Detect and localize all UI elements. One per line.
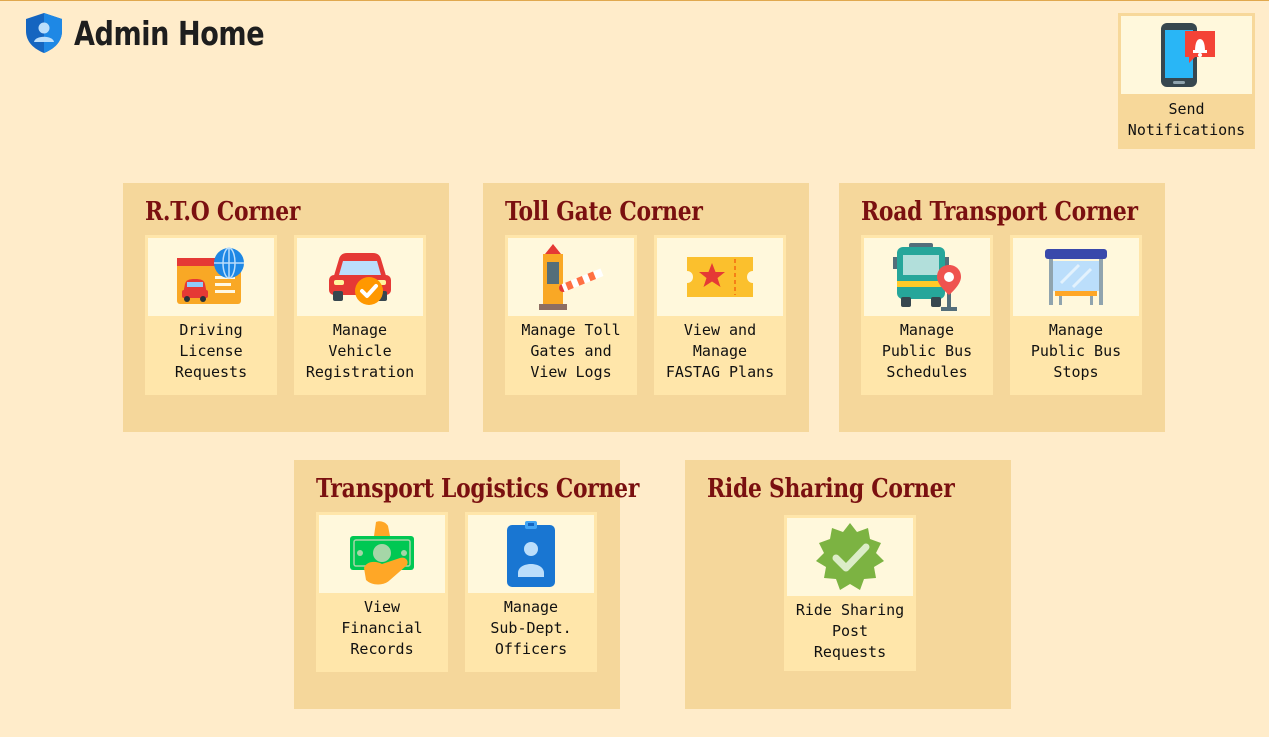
ride-sharing-requests-label: Ride Sharing Post Requests xyxy=(795,601,905,661)
fastag-plans-card[interactable]: View and Manage FASTAG Plans xyxy=(654,235,786,395)
car-check-icon xyxy=(297,238,423,316)
corner-title: Ride Sharing Corner xyxy=(707,474,955,504)
money-hand-icon xyxy=(319,515,445,593)
public-bus-stops-card[interactable]: Manage Public Bus Stops xyxy=(1010,235,1142,395)
financial-records-card[interactable]: View Financial Records xyxy=(316,512,448,672)
driving-license-requests-label: Driving License Requests xyxy=(174,321,248,381)
corner-title: Road Transport Corner xyxy=(861,197,1138,227)
sub-dept-officers-card[interactable]: Manage Sub-Dept. Officers xyxy=(465,512,597,672)
financial-records-label: View Financial Records xyxy=(341,598,423,658)
bus-pin-icon xyxy=(864,238,990,316)
page-header: Admin Home xyxy=(22,11,306,55)
page-title: Admin Home xyxy=(74,13,265,53)
sub-dept-officers-label: Manage Sub-Dept. Officers xyxy=(490,598,572,658)
transport-logistics-corner: Transport Logistics Corner View Financia… xyxy=(294,460,639,709)
phone-bell-icon xyxy=(1121,16,1252,94)
fastag-plans-label: View and Manage FASTAG Plans xyxy=(665,321,775,381)
bus-stop-icon xyxy=(1013,238,1139,316)
toll-gate-corner: Toll Gate Corner Manage Toll Gates and V… xyxy=(483,183,809,432)
send-notifications-label: Send Notifications xyxy=(1127,100,1246,139)
manage-toll-gates-card[interactable]: Manage Toll Gates and View Logs xyxy=(505,235,637,395)
verified-badge-icon xyxy=(787,518,913,596)
send-notifications-button[interactable]: Send Notifications xyxy=(1118,13,1255,149)
driving-license-requests-card[interactable]: Driving License Requests xyxy=(145,235,277,395)
corner-title: Transport Logistics Corner xyxy=(316,474,640,504)
id-badge-icon xyxy=(468,515,594,593)
rto-corner: R.T.O Corner Driving License Requests Ma… xyxy=(123,183,449,432)
ride-sharing-corner: Ride Sharing Corner Ride Sharing Post Re… xyxy=(685,460,1011,709)
ride-sharing-requests-card[interactable]: Ride Sharing Post Requests xyxy=(784,515,916,671)
manage-vehicle-registration-label: Manage Vehicle Registration xyxy=(305,321,415,381)
corner-title: Toll Gate Corner xyxy=(505,197,703,227)
license-card-icon xyxy=(148,238,274,316)
public-bus-schedules-label: Manage Public Bus Schedules xyxy=(881,321,973,381)
public-bus-schedules-card[interactable]: Manage Public Bus Schedules xyxy=(861,235,993,395)
road-transport-corner: Road Transport Corner Manage Public Bus … xyxy=(839,183,1165,432)
corner-title: R.T.O Corner xyxy=(145,197,301,227)
public-bus-stops-label: Manage Public Bus Stops xyxy=(1030,321,1122,381)
ticket-star-icon xyxy=(657,238,783,316)
toll-barrier-icon xyxy=(508,238,634,316)
manage-toll-gates-label: Manage Toll Gates and View Logs xyxy=(521,321,621,381)
manage-vehicle-registration-card[interactable]: Manage Vehicle Registration xyxy=(294,235,426,395)
shield-user-icon xyxy=(22,11,66,55)
